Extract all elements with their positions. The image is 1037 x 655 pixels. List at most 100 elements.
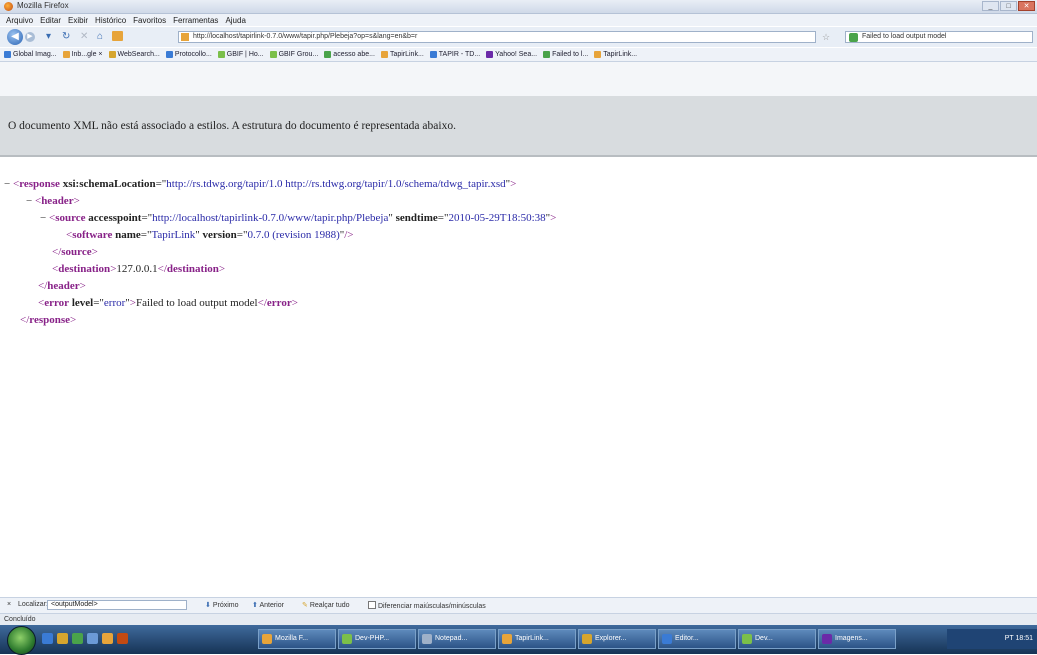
quicklaunch-folder-icon[interactable]	[57, 633, 68, 644]
find-label: Localizar:	[18, 601, 48, 608]
collapse-toggle[interactable]: −	[40, 212, 46, 224]
dropdown-arrow-icon[interactable]: ▾	[46, 32, 51, 42]
bookmark-label: TapirLink...	[603, 51, 638, 58]
stop-icon[interactable]: ✕	[80, 32, 88, 42]
taskbar-app-icon	[822, 634, 832, 644]
menu-ferramentas[interactable]: Ferramentas	[173, 16, 218, 25]
bookmark-item[interactable]: acesso abe...	[324, 51, 375, 58]
title-bar: Mozilla Firefox _ □ ✕	[0, 0, 1037, 14]
quicklaunch-ie-icon[interactable]	[42, 633, 53, 644]
taskbar-button[interactable]: Dev...	[738, 629, 816, 649]
taskbar-app-icon	[422, 634, 432, 644]
bookmark-item[interactable]: TapirLink...	[594, 51, 637, 58]
taskbar-button[interactable]: Imagens...	[818, 629, 896, 649]
menu-editar[interactable]: Editar	[40, 16, 61, 25]
bookmark-item[interactable]: Failed to l...	[543, 51, 588, 58]
menu-bar: Arquivo Editar Exibir Histórico Favorito…	[0, 14, 1037, 26]
xml-info-banner: O documento XML não está associado a est…	[0, 96, 1037, 157]
quicklaunch-app2-icon[interactable]	[117, 633, 128, 644]
window-controls: _ □ ✕	[982, 1, 1035, 11]
bookmark-favicon-icon	[486, 51, 494, 58]
find-bar: × Localizar: <outputModel> ⬇ Próximo ⬆ A…	[0, 597, 1037, 613]
bookmark-label: acesso abe...	[333, 51, 375, 58]
xml-destination-element: <destination>127.0.0.1</destination>	[52, 263, 226, 275]
bookmark-item[interactable]: Protocollo...	[165, 51, 212, 58]
taskbar-label: Dev...	[755, 635, 773, 642]
bookmark-favicon-icon	[108, 51, 116, 58]
find-input[interactable]: <outputModel>	[47, 600, 187, 610]
windows-taskbar: PT 18:51 Mozilla F... Dev-PHP... Notepad..…	[0, 625, 1037, 655]
back-arrow-icon[interactable]: ◀	[7, 29, 23, 45]
bookmark-star-icon[interactable]: ☆	[822, 32, 830, 42]
bookmark-item[interactable]: Inb...gle ×	[62, 51, 103, 58]
bookmark-favicon-icon	[165, 51, 173, 58]
bookmark-label: TapirLink...	[389, 51, 424, 58]
bookmark-item[interactable]: WebSearch...	[108, 51, 160, 58]
taskbar-app-icon	[582, 634, 592, 644]
minimize-button[interactable]: _	[982, 1, 999, 11]
find-next-button[interactable]: ⬇ Próximo	[205, 601, 239, 609]
taskbar-label: Notepad...	[435, 635, 468, 642]
menu-exibir[interactable]: Exibir	[68, 16, 88, 25]
xml-error-element: <error level="error">Failed to load outp…	[38, 297, 298, 309]
menu-ajuda[interactable]: Ajuda	[225, 16, 245, 25]
find-previous-button[interactable]: ⬆ Anterior	[252, 601, 284, 609]
bookmark-favicon-icon	[324, 51, 332, 58]
close-button[interactable]: ✕	[1018, 1, 1035, 11]
menu-historico[interactable]: Histórico	[95, 16, 126, 25]
quicklaunch-media-icon[interactable]	[87, 633, 98, 644]
xml-header-open: − <header>	[26, 195, 80, 207]
collapse-toggle[interactable]: −	[26, 195, 32, 207]
up-arrow-icon: ⬆	[252, 602, 258, 609]
taskbar-button[interactable]: Notepad...	[418, 629, 496, 649]
bookmark-favicon-icon	[4, 51, 11, 58]
down-arrow-icon: ⬇	[205, 602, 211, 609]
taskbar-button[interactable]: Mozilla F...	[258, 629, 336, 649]
firefox-icon	[4, 2, 13, 11]
taskbar-button[interactable]: Dev-PHP...	[338, 629, 416, 649]
page-icon	[112, 31, 123, 41]
xml-software-element: <software name="TapirLink" version="0.7.…	[66, 229, 354, 241]
xml-source-close: </source>	[52, 246, 98, 258]
bookmark-item[interactable]: Yahoo! Sea...	[486, 51, 537, 58]
quicklaunch-firefox-icon[interactable]	[102, 633, 113, 644]
bookmark-label: Protocollo...	[174, 51, 212, 58]
match-case-checkbox[interactable]: Diferenciar maiúsculas/minúsculas	[368, 601, 486, 610]
forward-arrow-icon[interactable]: ▶	[25, 32, 35, 42]
clock[interactable]: PT 18:51	[1005, 635, 1033, 642]
page-top-area	[0, 62, 1037, 96]
taskbar-button[interactable]: Explorer...	[578, 629, 656, 649]
bookmark-item[interactable]: TAPIR - TD...	[429, 51, 481, 58]
bookmark-label: TAPIR - TD...	[438, 51, 481, 58]
taskbar-app-icon	[742, 634, 752, 644]
highlight-all-button[interactable]: ✎ Realçar tudo	[302, 601, 350, 609]
xml-info-message: O documento XML não está associado a est…	[8, 120, 456, 132]
maximize-button[interactable]: □	[1000, 1, 1017, 11]
taskbar-button[interactable]: Editor...	[658, 629, 736, 649]
quicklaunch-app-icon[interactable]	[72, 633, 83, 644]
bookmark-item[interactable]: TapirLink...	[380, 51, 424, 58]
taskbar-button[interactable]: TapirLink...	[498, 629, 576, 649]
taskbar-app-icon	[662, 634, 672, 644]
highlighter-icon: ✎	[302, 602, 308, 609]
bookmark-favicon-icon	[380, 51, 388, 58]
menu-arquivo[interactable]: Arquivo	[6, 16, 33, 25]
bookmark-item[interactable]: GBIF | Ho...	[217, 51, 264, 58]
collapse-toggle[interactable]: −	[4, 178, 10, 190]
bookmark-favicon-icon	[594, 51, 602, 58]
bookmark-label: GBIF Grou...	[278, 51, 319, 58]
search-input[interactable]: Failed to load output model	[845, 31, 1033, 43]
bookmark-item[interactable]: GBIF Grou...	[269, 51, 319, 58]
reload-icon[interactable]: ↻	[62, 32, 70, 42]
bookmark-label: Inb...gle ×	[71, 51, 103, 58]
menu-favoritos[interactable]: Favoritos	[133, 16, 166, 25]
url-input[interactable]: http://localhost/tapirlink-0.7.0/www/tap…	[178, 31, 816, 43]
status-bar: Concluído	[0, 613, 1037, 625]
home-icon[interactable]: ⌂	[97, 32, 103, 42]
bookmark-label: WebSearch...	[117, 51, 160, 58]
search-engine-icon[interactable]	[849, 33, 858, 42]
bookmark-label: Global Imag...	[13, 51, 57, 58]
start-button[interactable]	[7, 626, 36, 655]
bookmark-item[interactable]: Global Imag...	[4, 51, 57, 58]
find-close-icon[interactable]: ×	[7, 601, 11, 608]
